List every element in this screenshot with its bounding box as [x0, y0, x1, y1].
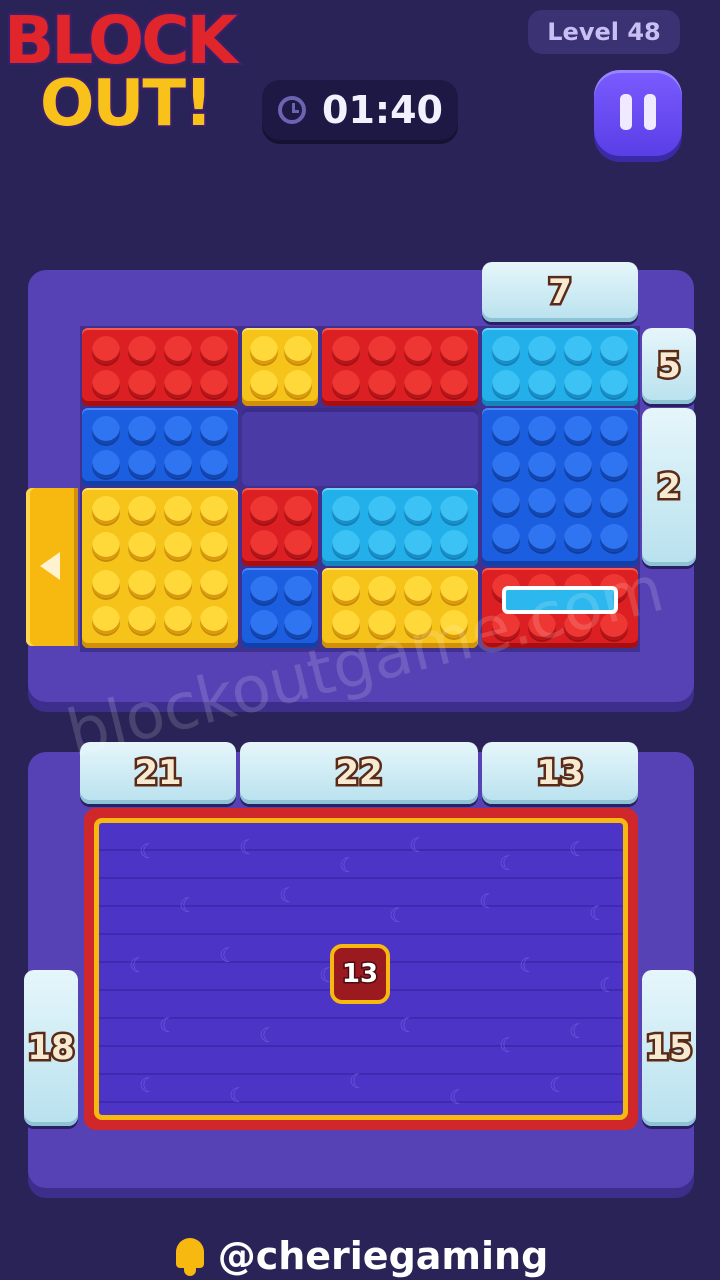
counter-right-lower-value: 2	[655, 465, 684, 510]
blue-block[interactable]	[82, 408, 238, 486]
timer: 01:40	[262, 80, 458, 144]
bell-icon	[172, 1236, 208, 1276]
arrow-left-icon	[40, 552, 60, 580]
counter-top-value: 7	[546, 270, 575, 315]
clock-icon	[278, 96, 306, 124]
pause-icon-bar	[644, 94, 656, 130]
game-logo: BLOCK OUT!	[0, 0, 270, 160]
counter-top-right: 13	[482, 742, 638, 804]
blue-block[interactable]	[242, 568, 318, 648]
timer-value: 01:40	[322, 88, 443, 132]
blue-block-large[interactable]	[482, 408, 638, 566]
counter-top: 7	[482, 262, 638, 322]
yellow-block-large[interactable]	[82, 488, 238, 648]
footer-handle: @cheriegaming	[217, 1234, 549, 1278]
cyan-block[interactable]	[322, 488, 478, 566]
pause-button[interactable]	[594, 70, 682, 156]
level-badge: Level 48	[528, 10, 680, 54]
tray-counter: 13	[330, 944, 390, 1004]
counter-left: 18	[24, 970, 78, 1126]
counter-right-upper-value: 5	[655, 344, 684, 389]
counter-top-right-value: 13	[534, 751, 586, 796]
counter-top-middle-value: 22	[333, 751, 385, 796]
counter-right-upper: 5	[642, 328, 696, 404]
red-block[interactable]	[322, 328, 478, 406]
counter-right: 15	[642, 970, 696, 1126]
yellow-block[interactable]	[242, 328, 318, 406]
logo-line-2: OUT!	[38, 70, 215, 138]
exit-door	[26, 488, 78, 646]
tray-counter-value: 13	[340, 958, 379, 991]
empty-slot	[242, 408, 478, 486]
red-block[interactable]	[242, 488, 318, 566]
counter-right-lower: 2	[642, 408, 696, 566]
footer-credit: @cheriegaming	[0, 1232, 720, 1280]
pause-icon	[620, 94, 632, 130]
counter-right-value: 15	[643, 1026, 695, 1071]
counter-top-left-value: 21	[132, 751, 184, 796]
logo-line-1: BLOCK	[2, 6, 240, 76]
counter-top-middle: 22	[240, 742, 478, 804]
logo-text-out: OUT!	[38, 67, 215, 141]
counter-left-value: 18	[25, 1026, 77, 1071]
red-block[interactable]	[82, 328, 238, 406]
cyan-block[interactable]	[482, 328, 638, 406]
